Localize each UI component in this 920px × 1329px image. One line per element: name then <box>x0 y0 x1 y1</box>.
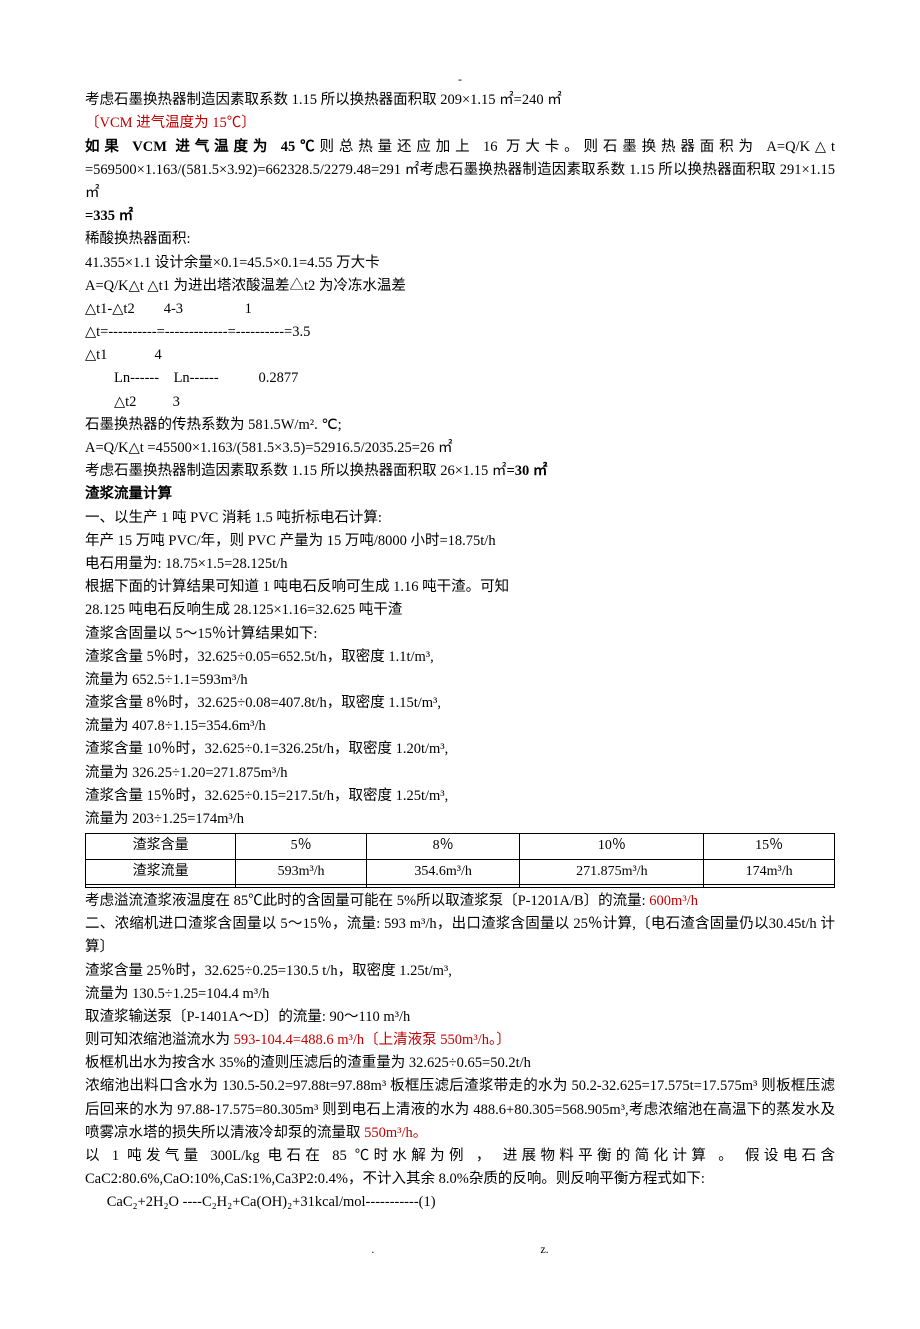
text-line: 28.125 吨电石反响生成 28.125×1.16=32.625 吨干渣 <box>85 599 835 622</box>
table-cell: 5％ <box>236 834 367 859</box>
table-cell: 354.6m³/h <box>366 859 519 884</box>
table-cell <box>236 884 367 887</box>
text-line: 考虑石墨换热器制造因素取系数 1.15 所以换热器面积取 209×1.15 ㎡=… <box>85 89 835 112</box>
heading: 渣浆流量计算 <box>85 483 835 506</box>
text-line: 石墨换热器的传热系数为 581.5W/m². ℃; <box>85 414 835 437</box>
text-line-indent: 流量为 203÷1.25=174m³/h <box>85 808 835 831</box>
table-cell: 271.875m³/h <box>520 859 704 884</box>
table-cell <box>366 884 519 887</box>
table-cell: 174m³/h <box>704 859 835 884</box>
bold-text: =30 ㎡ <box>506 463 547 479</box>
text-line: 浓缩池出料口含水为 130.5-50.2=97.88t=97.88m³ 板框压滤… <box>85 1075 835 1145</box>
text-line: 则可知浓缩池溢流水为 593-104.4=488.6 m³/h〔上清液泵 550… <box>85 1029 835 1052</box>
text-line-red: 〔VCM 进气温度为 15℃〕 <box>85 112 835 135</box>
text-line: 渣浆含量 10％时，32.625÷0.1=326.25t/h，取密度 1.20t… <box>85 738 835 761</box>
table-cell: 8％ <box>366 834 519 859</box>
text-line: 根据下面的计算结果可知道 1 吨电石反响可生成 1.16 吨干渣。可知 <box>85 576 835 599</box>
text-line-indent: 流量为 130.5÷1.25=104.4 m³/h <box>85 983 835 1006</box>
footer-z: z. <box>540 1242 548 1256</box>
text-line: A=Q/K△t △t1 为进出塔浓酸温差△t2 为冷冻水温差 <box>85 275 835 298</box>
table-row <box>86 884 835 887</box>
text-line: 渣浆含量 8％时，32.625÷0.08=407.8t/h，取密度 1.15t/… <box>85 692 835 715</box>
text-line: △t1-△t2 4-3 1 <box>85 298 835 321</box>
text-line: △t2 3 <box>85 391 835 414</box>
text-line: 板框机出水为按含水 35%的渣则压滤后的渣重量为 32.625÷0.65=50.… <box>85 1052 835 1075</box>
text-line: 电石用量为: 18.75×1.5=28.125t/h <box>85 553 835 576</box>
text-line: 年产 15 万吨 PVC/年，则 PVC 产量为 15 万吨/8000 小时=1… <box>85 530 835 553</box>
red-text: 600m³/h <box>649 893 698 909</box>
text-line: 以 1 吨发气量 300L/kg 电石在 85 ℃时水解为例 ， 进展物料平衡的… <box>85 1145 835 1191</box>
text-line-indent: 流量为 407.8÷1.15=354.6m³/h <box>85 715 835 738</box>
text: 考虑石墨换热器制造因素取系数 1.15 所以换热器面积取 26×1.15 ㎡ <box>85 463 506 479</box>
bold-text: =335 ㎡ <box>85 205 835 228</box>
table-row: 渣浆含量 5％ 8％ 10％ 15％ <box>86 834 835 859</box>
text-line: 如果 VCM 进气温度为 45℃则总热量还应加上 16 万大卡。则石墨换热器面积… <box>85 136 835 206</box>
text-line: A=Q/K△t =45500×1.163/(581.5×3.5)=52916.5… <box>85 437 835 460</box>
text: 考虑石墨换热器制造因素取系数 1.15 所以换热器面积取 209×1.15 ㎡=… <box>85 92 562 108</box>
text-line-indent: 流量为 326.25÷1.20=271.875m³/h <box>85 762 835 785</box>
table-cell <box>86 884 236 887</box>
text: 浓缩池出料口含水为 130.5-50.2=97.88t=97.88m³ 板框压滤… <box>85 1078 835 1140</box>
bold-text: 如果 VCM 进气温度为 45℃ <box>85 139 320 155</box>
text-line: 考虑溢流渣浆液温度在 85℃此时的含固量可能在 5%所以取渣浆泵〔P-1201A… <box>85 890 835 913</box>
page-footer: . z. <box>85 1240 835 1259</box>
text-line: 渣浆含量 5％时，32.625÷0.05=652.5t/h，取密度 1.1t/m… <box>85 646 835 669</box>
text-line: Ln------ Ln------ 0.2877 <box>85 367 835 390</box>
table-cell: 渣浆含量 <box>86 834 236 859</box>
text-line: 二、浓缩机进口渣浆含固量以 5～15％，流量: 593 m³/h，出口渣浆含固量… <box>85 913 835 959</box>
table-cell: 15％ <box>704 834 835 859</box>
text-line-indent: 流量为 652.5÷1.1=593m³/h <box>85 669 835 692</box>
footer-dot: . <box>371 1242 374 1256</box>
text-line: △t=----------=-------------=----------=3… <box>85 321 835 344</box>
text: 则可知浓缩池溢流水为 <box>85 1032 234 1048</box>
text-line: 稀酸换热器面积: <box>85 228 835 251</box>
table-cell: 渣浆流量 <box>86 859 236 884</box>
table-cell <box>520 884 704 887</box>
text-line: 一、以生产 1 吨 PVC 消耗 1.5 吨折标电石计算: <box>85 507 835 530</box>
text: 考虑溢流渣浆液温度在 85℃此时的含固量可能在 5%所以取渣浆泵〔P-1201A… <box>85 893 649 909</box>
text-line: 取渣浆输送泵〔P-1401A～D〕的流量: 90～110 m³/h <box>85 1006 835 1029</box>
table-cell <box>704 884 835 887</box>
text-line: 渣浆含量 15％时，32.625÷0.15=217.5t/h，取密度 1.25t… <box>85 785 835 808</box>
text-line: 考虑石墨换热器制造因素取系数 1.15 所以换热器面积取 26×1.15 ㎡=3… <box>85 460 835 483</box>
equation-line: CaC₂+2H₂O ----C₂H₂+Ca(OH)₂+31kcal/mol---… <box>85 1191 835 1214</box>
text-line: 渣浆含固量以 5～15％计算结果如下: <box>85 623 835 646</box>
text-line: 渣浆含量 25％时，32.625÷0.25=130.5 t/h，取密度 1.25… <box>85 960 835 983</box>
text-line: △t1 4 <box>85 344 835 367</box>
page-header-dash: - <box>85 70 835 89</box>
red-text: 550m³/h。 <box>364 1125 427 1141</box>
table-row: 渣浆流量 593m³/h 354.6m³/h 271.875m³/h 174m³… <box>86 859 835 884</box>
table-cell: 593m³/h <box>236 859 367 884</box>
slurry-table: 渣浆含量 5％ 8％ 10％ 15％ 渣浆流量 593m³/h 354.6m³/… <box>85 833 835 888</box>
table-cell: 10％ <box>520 834 704 859</box>
text-line: 41.355×1.1 设计余量×0.1=45.5×0.1=4.55 万大卡 <box>85 252 835 275</box>
red-text: 593-104.4=488.6 m³/h〔上清液泵 550m³/h。〕 <box>234 1032 511 1048</box>
